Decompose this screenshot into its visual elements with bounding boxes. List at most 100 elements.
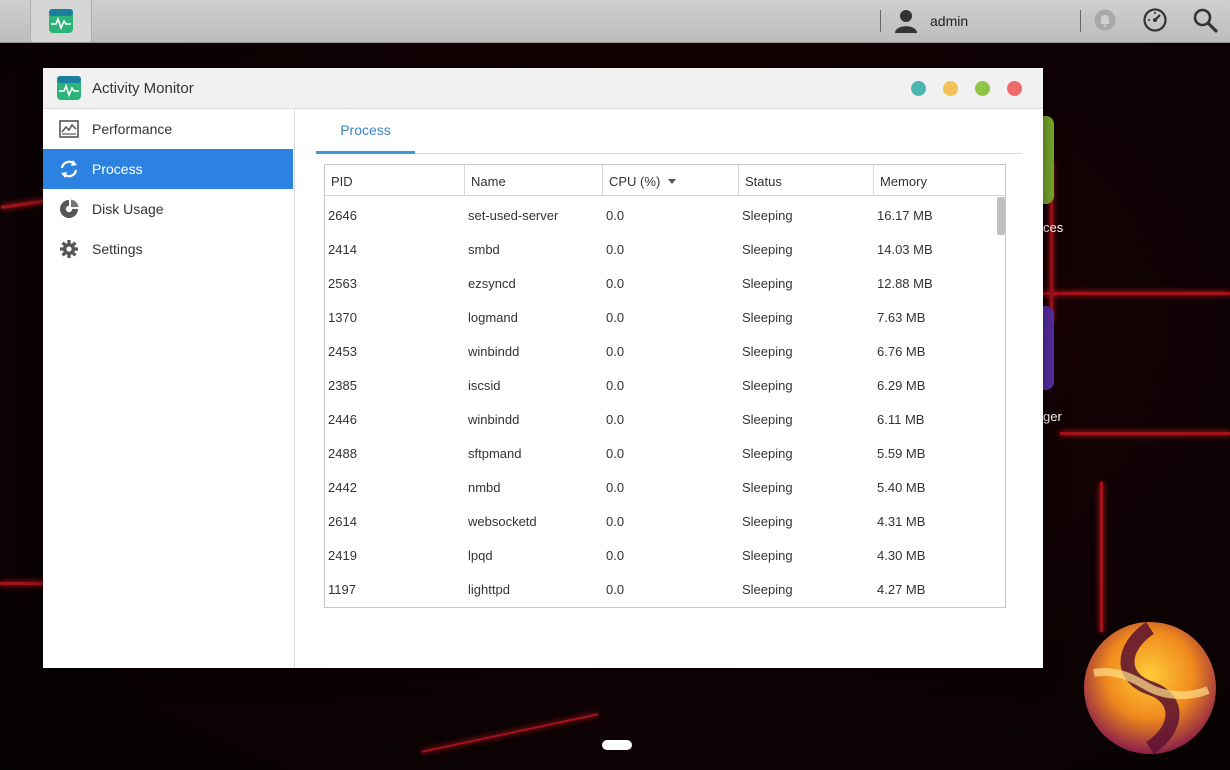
help-button[interactable] — [911, 81, 926, 96]
table-row[interactable]: 1370 logmand 0.0 Sleeping 7.63 MB — [325, 298, 997, 332]
maximize-button[interactable] — [975, 81, 990, 96]
pid-cell: 2488 — [328, 446, 357, 461]
column-header-status[interactable]: Status — [739, 165, 874, 195]
memory-cell: 5.40 MB — [877, 480, 926, 495]
table-row[interactable]: 2614 websocketd 0.0 Sleeping 4.31 MB — [325, 502, 997, 536]
desktop-app-label: ger — [1043, 409, 1062, 424]
memory-cell: 6.29 MB — [877, 378, 926, 393]
status-cell: Sleeping — [742, 242, 793, 257]
name-cell: winbindd — [468, 344, 520, 359]
search-icon[interactable] — [1192, 7, 1218, 33]
status-cell: Sleeping — [742, 582, 793, 597]
desktop-app-label: ces — [1043, 220, 1064, 235]
name-cell: logmand — [468, 310, 518, 325]
watermark-logo-icon — [1084, 622, 1216, 754]
column-header-cpu[interactable]: CPU (%) — [603, 165, 739, 195]
table-row[interactable]: 1197 lighttpd 0.0 Sleeping 4.27 MB — [325, 570, 997, 604]
memory-cell: 7.63 MB — [877, 310, 926, 325]
bg-line — [421, 713, 599, 753]
bg-line — [1100, 482, 1103, 632]
sidebar-item-process[interactable]: Process — [43, 149, 293, 189]
sidebar-item-settings[interactable]: Settings — [43, 229, 293, 269]
dock-handle[interactable] — [602, 740, 632, 750]
memory-cell: 4.27 MB — [877, 582, 926, 597]
cpu-cell: 0.0 — [606, 344, 625, 359]
column-header-pid[interactable]: PID — [325, 165, 465, 195]
status-cell: Sleeping — [742, 310, 793, 325]
tab-process[interactable]: Process — [316, 109, 415, 154]
table-row[interactable]: 2385 iscsid 0.0 Sleeping 6.29 MB — [325, 366, 997, 400]
table-row[interactable]: 2563 ezsyncd 0.0 Sleeping 12.88 MB — [325, 264, 997, 298]
memory-cell: 6.76 MB — [877, 344, 926, 359]
memory-cell: 12.88 MB — [877, 276, 933, 291]
table-row[interactable]: 2419 lpqd 0.0 Sleeping 4.30 MB — [325, 536, 997, 570]
pid-cell: 1197 — [328, 582, 356, 597]
name-cell: winbindd — [468, 412, 520, 427]
close-button[interactable] — [1007, 81, 1022, 96]
minimize-button[interactable] — [943, 81, 958, 96]
activity-monitor-window: Activity Monitor Performance Process Dis… — [43, 68, 1043, 668]
memory-cell: 4.31 MB — [877, 514, 926, 529]
pid-cell: 2563 — [328, 276, 357, 291]
name-cell: sftpmand — [468, 446, 522, 461]
pid-cell: 2442 — [328, 480, 357, 495]
bg-line — [1060, 432, 1230, 435]
column-header-name[interactable]: Name — [465, 165, 603, 195]
status-cell: Sleeping — [742, 446, 793, 461]
sidebar-item-label: Settings — [92, 241, 143, 257]
memory-cell: 16.17 MB — [877, 208, 933, 223]
activity-monitor-icon — [49, 9, 73, 33]
notification-bell-icon[interactable] — [1094, 9, 1116, 31]
status-cell: Sleeping — [742, 378, 793, 393]
sidebar-item-disk-usage[interactable]: Disk Usage — [43, 189, 293, 229]
user-icon[interactable] — [893, 8, 919, 34]
top-bar: admin — [0, 0, 1230, 43]
cpu-cell: 0.0 — [606, 208, 625, 223]
cpu-cell: 0.0 — [606, 514, 625, 529]
cpu-cell: 0.0 — [606, 548, 625, 563]
pid-cell: 2614 — [328, 514, 357, 529]
name-cell: iscsid — [468, 378, 501, 393]
sidebar-item-label: Process — [92, 161, 143, 177]
pid-cell: 2446 — [328, 412, 357, 427]
table-row[interactable]: 2646 set-used-server 0.0 Sleeping 16.17 MB — [325, 196, 997, 230]
name-cell: ezsyncd — [468, 276, 516, 291]
top-bar-separator — [880, 10, 881, 32]
bg-line — [1040, 292, 1230, 295]
gear-icon — [60, 240, 78, 258]
pid-cell: 2646 — [328, 208, 357, 223]
table-row[interactable]: 2414 smbd 0.0 Sleeping 14.03 MB — [325, 230, 997, 264]
sidebar-item-performance[interactable]: Performance — [43, 109, 293, 149]
table-scrollbar[interactable] — [997, 196, 1005, 606]
window-titlebar[interactable]: Activity Monitor — [43, 68, 1043, 109]
cpu-cell: 0.0 — [606, 378, 625, 393]
pid-cell: 2419 — [328, 548, 357, 563]
activity-monitor-icon — [57, 76, 81, 100]
pid-cell: 2385 — [328, 378, 357, 393]
sidebar-item-label: Disk Usage — [92, 201, 164, 217]
sidebar: Performance Process Disk Usage Settings — [43, 109, 295, 668]
name-cell: smbd — [468, 242, 500, 257]
chart-icon — [59, 120, 79, 138]
taskbar-activity-monitor-button[interactable] — [30, 0, 92, 42]
pid-cell: 2414 — [328, 242, 357, 257]
process-table: PID Name CPU (%) Status Memory 2646 set-u… — [324, 164, 1006, 608]
window-title: Activity Monitor — [92, 80, 194, 97]
status-cell: Sleeping — [742, 208, 793, 223]
pid-cell: 2453 — [328, 344, 357, 359]
table-row[interactable]: 2488 sftpmand 0.0 Sleeping 5.59 MB — [325, 434, 997, 468]
cpu-cell: 0.0 — [606, 582, 625, 597]
username-label[interactable]: admin — [930, 13, 968, 29]
pid-cell: 1370 — [328, 310, 357, 325]
table-header: PID Name CPU (%) Status Memory — [325, 165, 1005, 196]
memory-cell: 14.03 MB — [877, 242, 933, 257]
table-row[interactable]: 2453 winbindd 0.0 Sleeping 6.76 MB — [325, 332, 997, 366]
column-header-memory[interactable]: Memory — [874, 165, 1005, 195]
dashboard-gauge-icon[interactable] — [1142, 7, 1168, 33]
cpu-cell: 0.0 — [606, 412, 625, 427]
table-row[interactable]: 2446 winbindd 0.0 Sleeping 6.11 MB — [325, 400, 997, 434]
refresh-icon — [60, 160, 78, 178]
scrollbar-thumb[interactable] — [997, 197, 1005, 235]
cpu-cell: 0.0 — [606, 446, 625, 461]
table-row[interactable]: 2442 nmbd 0.0 Sleeping 5.40 MB — [325, 468, 997, 502]
